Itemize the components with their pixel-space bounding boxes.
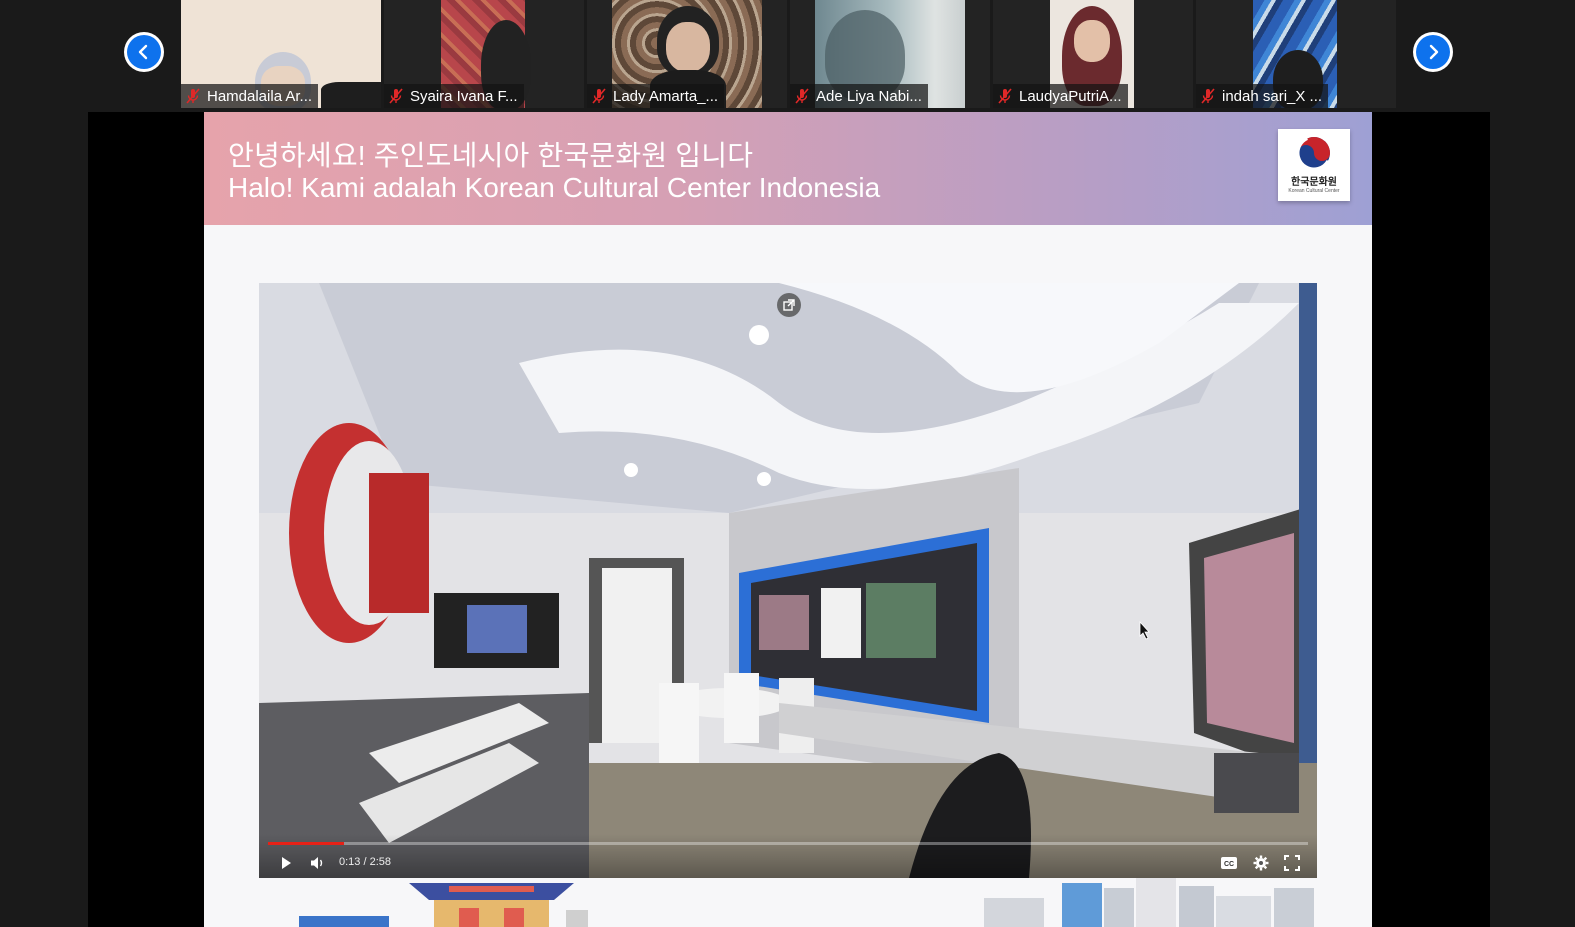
play-icon [282, 857, 291, 869]
muted-mic-icon [1201, 88, 1215, 104]
muted-mic-icon [795, 88, 809, 104]
captions-button[interactable]: CC [1220, 854, 1238, 872]
participant-tile[interactable]: Hamdalaila Ar... [181, 0, 381, 108]
progress-bar[interactable] [268, 842, 1308, 845]
play-button[interactable] [277, 854, 295, 872]
fullscreen-button[interactable] [1283, 854, 1301, 872]
gallery-next-button[interactable] [1413, 32, 1453, 72]
participant-tile[interactable]: Lady Amarta_... [587, 0, 787, 108]
muted-mic-icon [998, 88, 1012, 104]
participant-tile[interactable]: LaudyaPutriA... [993, 0, 1193, 108]
participant-tile[interactable]: indah sari_X ... [1196, 0, 1396, 108]
slide-title-indonesian: Halo! Kami adalah Korean Cultural Center… [228, 172, 881, 203]
participant-tile[interactable]: Syaira Ivana F... [384, 0, 584, 108]
video-player[interactable]: 0:13 / 2:58 CC [259, 283, 1317, 878]
slide-header: 안녕하세요! 주인도네시아 한국문화원 입니다 Halo! Kami adala… [204, 112, 1372, 225]
participant-name: Lady Amarta_... [587, 84, 725, 108]
chevron-right-icon [1416, 35, 1450, 69]
landmark-illustration [299, 878, 1314, 927]
participant-name: LaudyaPutriA... [993, 84, 1128, 108]
kcc-logo: 한국문화원 Korean Cultural Center [1278, 129, 1350, 201]
time-display: 0:13 / 2:58 [339, 856, 391, 868]
participant-gallery: Hamdalaila Ar... Syaira Ivana F... Lady … [0, 0, 1575, 112]
chevron-left-icon [127, 35, 161, 69]
gear-icon [1253, 855, 1269, 871]
progress-fill [268, 842, 344, 845]
captions-icon: CC [1221, 857, 1237, 869]
gallery-prev-button[interactable] [124, 32, 164, 72]
logo-text: 한국문화원 [1291, 177, 1337, 188]
presentation-slide: 안녕하세요! 주인도네시아 한국문화원 입니다 Halo! Kami adala… [204, 112, 1372, 927]
participant-tile[interactable]: Ade Liya Nabi... [790, 0, 990, 108]
volume-button[interactable] [309, 854, 327, 872]
participant-name: Ade Liya Nabi... [790, 84, 928, 108]
logo-subtext: Korean Cultural Center [1288, 188, 1340, 194]
player-controls: 0:13 / 2:58 CC [259, 834, 1317, 878]
settings-button[interactable] [1252, 854, 1270, 872]
video-frame [259, 283, 1317, 878]
muted-mic-icon [592, 88, 606, 104]
shared-screen: 안녕하세요! 주인도네시아 한국문화원 입니다 Halo! Kami adala… [88, 112, 1490, 927]
popout-icon[interactable] [777, 293, 801, 317]
participant-name: Syaira Ivana F... [384, 84, 524, 108]
taegeuk-icon [1296, 135, 1332, 171]
fullscreen-icon [1284, 855, 1300, 871]
muted-mic-icon [186, 88, 200, 104]
volume-icon [311, 857, 323, 869]
slide-title-korean: 안녕하세요! 주인도네시아 한국문화원 입니다 [228, 140, 754, 171]
svg-text:CC: CC [1224, 861, 1234, 868]
participant-name: indah sari_X ... [1196, 84, 1329, 108]
participant-name: Hamdalaila Ar... [181, 84, 319, 108]
muted-mic-icon [389, 88, 403, 104]
